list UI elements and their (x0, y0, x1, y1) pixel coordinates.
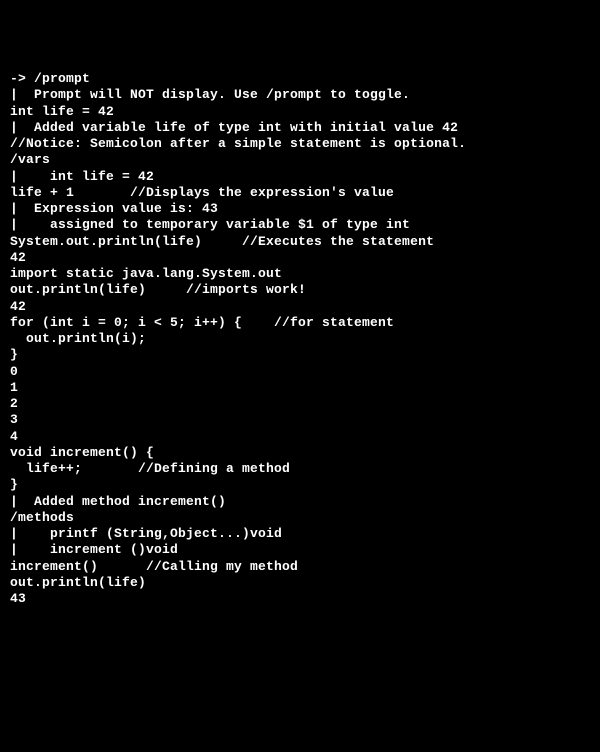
terminal-line: | Expression value is: 43 (10, 201, 590, 217)
terminal-line: //Notice: Semicolon after a simple state… (10, 136, 590, 152)
terminal-line: import static java.lang.System.out (10, 266, 590, 282)
terminal-line: | printf (String,Object...)void (10, 526, 590, 542)
terminal-line: } (10, 477, 590, 493)
terminal-line: | assigned to temporary variable $1 of t… (10, 217, 590, 233)
terminal-line: | int life = 42 (10, 169, 590, 185)
terminal-line: | Added method increment() (10, 494, 590, 510)
terminal-line: life + 1 //Displays the expression's val… (10, 185, 590, 201)
terminal-line: for (int i = 0; i < 5; i++) { //for stat… (10, 315, 590, 331)
terminal-line: | increment ()void (10, 542, 590, 558)
terminal-line: 1 (10, 380, 590, 396)
terminal-line: out.println(life) //imports work! (10, 282, 590, 298)
terminal-line: 3 (10, 412, 590, 428)
terminal-line: int life = 42 (10, 104, 590, 120)
terminal-line: increment() //Calling my method (10, 559, 590, 575)
terminal-line: out.println(life) (10, 575, 590, 591)
terminal-line: } (10, 347, 590, 363)
terminal-line: 0 (10, 364, 590, 380)
terminal-line: | Added variable life of type int with i… (10, 120, 590, 136)
terminal-line: life++; //Defining a method (10, 461, 590, 477)
terminal-line: 42 (10, 299, 590, 315)
terminal-line: System.out.println(life) //Executes the … (10, 234, 590, 250)
terminal-line: void increment() { (10, 445, 590, 461)
terminal-line: 43 (10, 591, 590, 607)
terminal-line: /vars (10, 152, 590, 168)
terminal-line: 4 (10, 429, 590, 445)
terminal-line: /methods (10, 510, 590, 526)
terminal-line: 42 (10, 250, 590, 266)
terminal-output: -> /prompt| Prompt will NOT display. Use… (10, 71, 590, 607)
terminal-line: -> /prompt (10, 71, 590, 87)
terminal-line: | Prompt will NOT display. Use /prompt t… (10, 87, 590, 103)
terminal-line: out.println(i); (10, 331, 590, 347)
terminal-line: 2 (10, 396, 590, 412)
